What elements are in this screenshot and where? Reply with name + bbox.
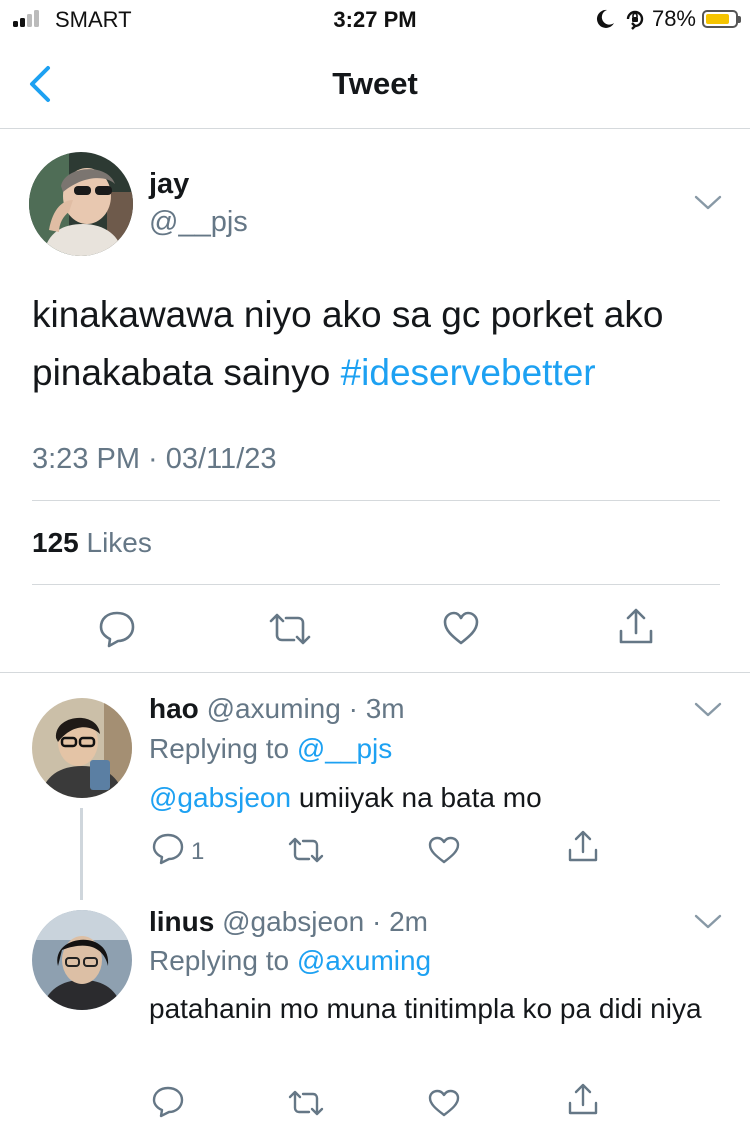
page-title: Tweet — [332, 66, 418, 101]
replying-to: Replying to @__pjs — [149, 733, 392, 765]
like-icon[interactable] — [428, 1088, 460, 1118]
like-icon[interactable] — [428, 835, 460, 865]
reply-author-name[interactable]: linus — [149, 906, 214, 937]
reply-body: patahanin mo muna tinitimpla ko pa didi … — [149, 993, 702, 1024]
reply-icon[interactable] — [98, 610, 136, 648]
author-name[interactable]: jay — [149, 168, 189, 201]
reply-time: · 3m — [348, 693, 405, 724]
chevron-down-icon[interactable] — [693, 193, 723, 213]
likes-label: Likes — [86, 527, 152, 558]
orientation-lock-icon — [626, 10, 644, 30]
retweet-icon[interactable] — [268, 612, 312, 646]
chevron-down-icon[interactable] — [693, 912, 723, 932]
avatar[interactable] — [29, 152, 133, 256]
reply-header[interactable]: linus @gabsjeon · 2m — [149, 906, 428, 938]
share-icon[interactable] — [567, 1083, 599, 1117]
divider — [0, 672, 750, 673]
mention-link[interactable]: @gabsjeon — [149, 782, 291, 813]
nav-bar: Tweet — [0, 40, 750, 129]
reply-icon[interactable] — [152, 833, 184, 865]
battery-percentage: 78% — [651, 6, 696, 31]
reply-author-handle[interactable]: @axuming — [207, 693, 341, 724]
divider — [32, 500, 720, 501]
likes-stat[interactable]: 125 Likes — [32, 527, 152, 559]
reply-icon[interactable] — [152, 1086, 184, 1118]
avatar[interactable] — [32, 698, 132, 798]
reply-text: patahanin mo muna tinitimpla ko pa didi … — [149, 988, 719, 1030]
replying-to-label: Replying to — [149, 733, 290, 764]
share-icon[interactable] — [567, 830, 599, 864]
avatar[interactable] — [32, 910, 132, 1010]
thread-line — [80, 808, 83, 900]
reply-count: 1 — [191, 838, 205, 865]
reply-text: @gabsjeon umiiyak na bata mo — [149, 777, 719, 819]
share-icon[interactable] — [617, 607, 655, 647]
retweet-icon[interactable] — [287, 836, 325, 864]
tweet-timestamp: 3:23 PM · 03/11/23 — [32, 443, 277, 475]
replying-to-link[interactable]: @__pjs — [297, 733, 392, 764]
tweet-text: kinakawawa niyo ako sa gc porket ako pin… — [32, 286, 722, 402]
battery-icon — [702, 10, 741, 28]
likes-count: 125 — [32, 527, 79, 558]
status-bar: SMART 3:27 PM 78% — [0, 0, 750, 40]
author-handle[interactable]: @__pjs — [149, 206, 248, 239]
moon-icon — [596, 9, 614, 28]
replying-to-label: Replying to — [149, 945, 290, 976]
hashtag-link[interactable]: #ideservebetter — [341, 352, 596, 393]
reply-author-name[interactable]: hao — [149, 693, 199, 724]
divider — [32, 584, 720, 585]
like-icon[interactable] — [442, 610, 480, 646]
reply-time: · 2m — [371, 906, 428, 937]
reply-header[interactable]: hao @axuming · 3m — [149, 693, 405, 725]
retweet-icon[interactable] — [287, 1089, 325, 1117]
replying-to: Replying to @axuming — [149, 945, 431, 977]
replying-to-link[interactable]: @axuming — [297, 945, 431, 976]
reply-author-handle[interactable]: @gabsjeon — [222, 906, 364, 937]
chevron-down-icon[interactable] — [693, 700, 723, 720]
reply-body: umiiyak na bata mo — [291, 782, 542, 813]
